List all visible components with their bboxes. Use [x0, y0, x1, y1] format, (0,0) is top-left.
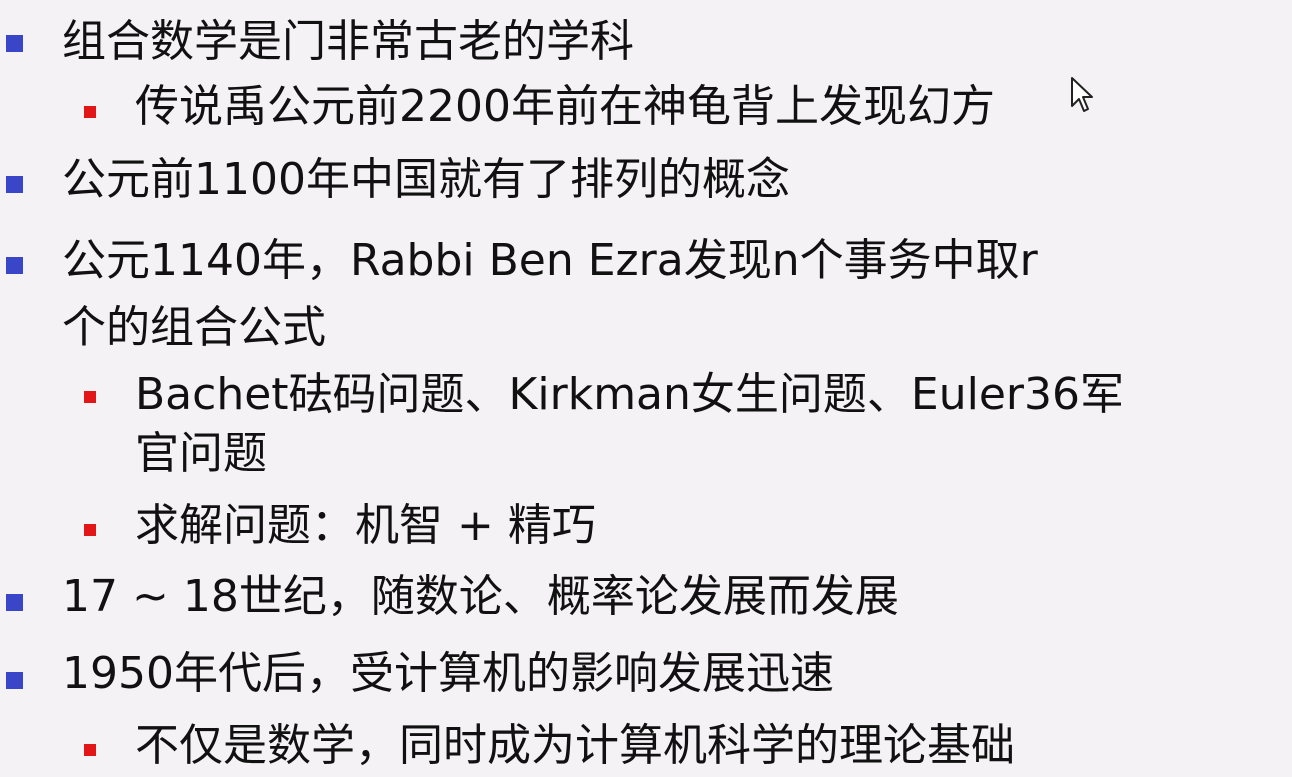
bullet-text: Bachet砝码问题、Kirkman女生问题、Euler36军 [135, 369, 1124, 420]
bullet-text: 17 ~ 18世纪，随数论、概率论发展而发展 [62, 571, 899, 622]
bullet-text: 求解问题：机智 + 精巧 [135, 500, 596, 551]
bullet-text: 1950年代后，受计算机的影响发展迅速 [62, 648, 834, 699]
mouse-cursor-icon [1071, 77, 1093, 112]
level1-bullet-icon [6, 257, 23, 274]
bullet-text: 公元1140年，Rabbi Ben Ezra发现n个事务中取r [62, 235, 1038, 286]
level1-bullet-icon [6, 176, 23, 193]
level2-bullet-icon [84, 106, 96, 118]
bullet-text: 公元前1100年中国就有了排列的概念 [62, 154, 790, 205]
level1-bullet-icon [6, 594, 23, 611]
level2-bullet-icon [84, 744, 96, 756]
level1-bullet-icon [6, 35, 23, 52]
bullet-text: 组合数学是门非常古老的学科 [62, 16, 634, 67]
level2-bullet-icon [84, 524, 96, 536]
bullet-text: 官问题 [135, 428, 267, 479]
bullet-text: 个的组合公式 [62, 302, 326, 353]
level1-bullet-icon [6, 672, 23, 689]
bullet-text: 传说禹公元前2200年前在神龟背上发现幻方 [135, 81, 995, 132]
bullet-text: 不仅是数学，同时成为计算机科学的理论基础 [135, 720, 1015, 771]
level2-bullet-icon [84, 391, 96, 403]
